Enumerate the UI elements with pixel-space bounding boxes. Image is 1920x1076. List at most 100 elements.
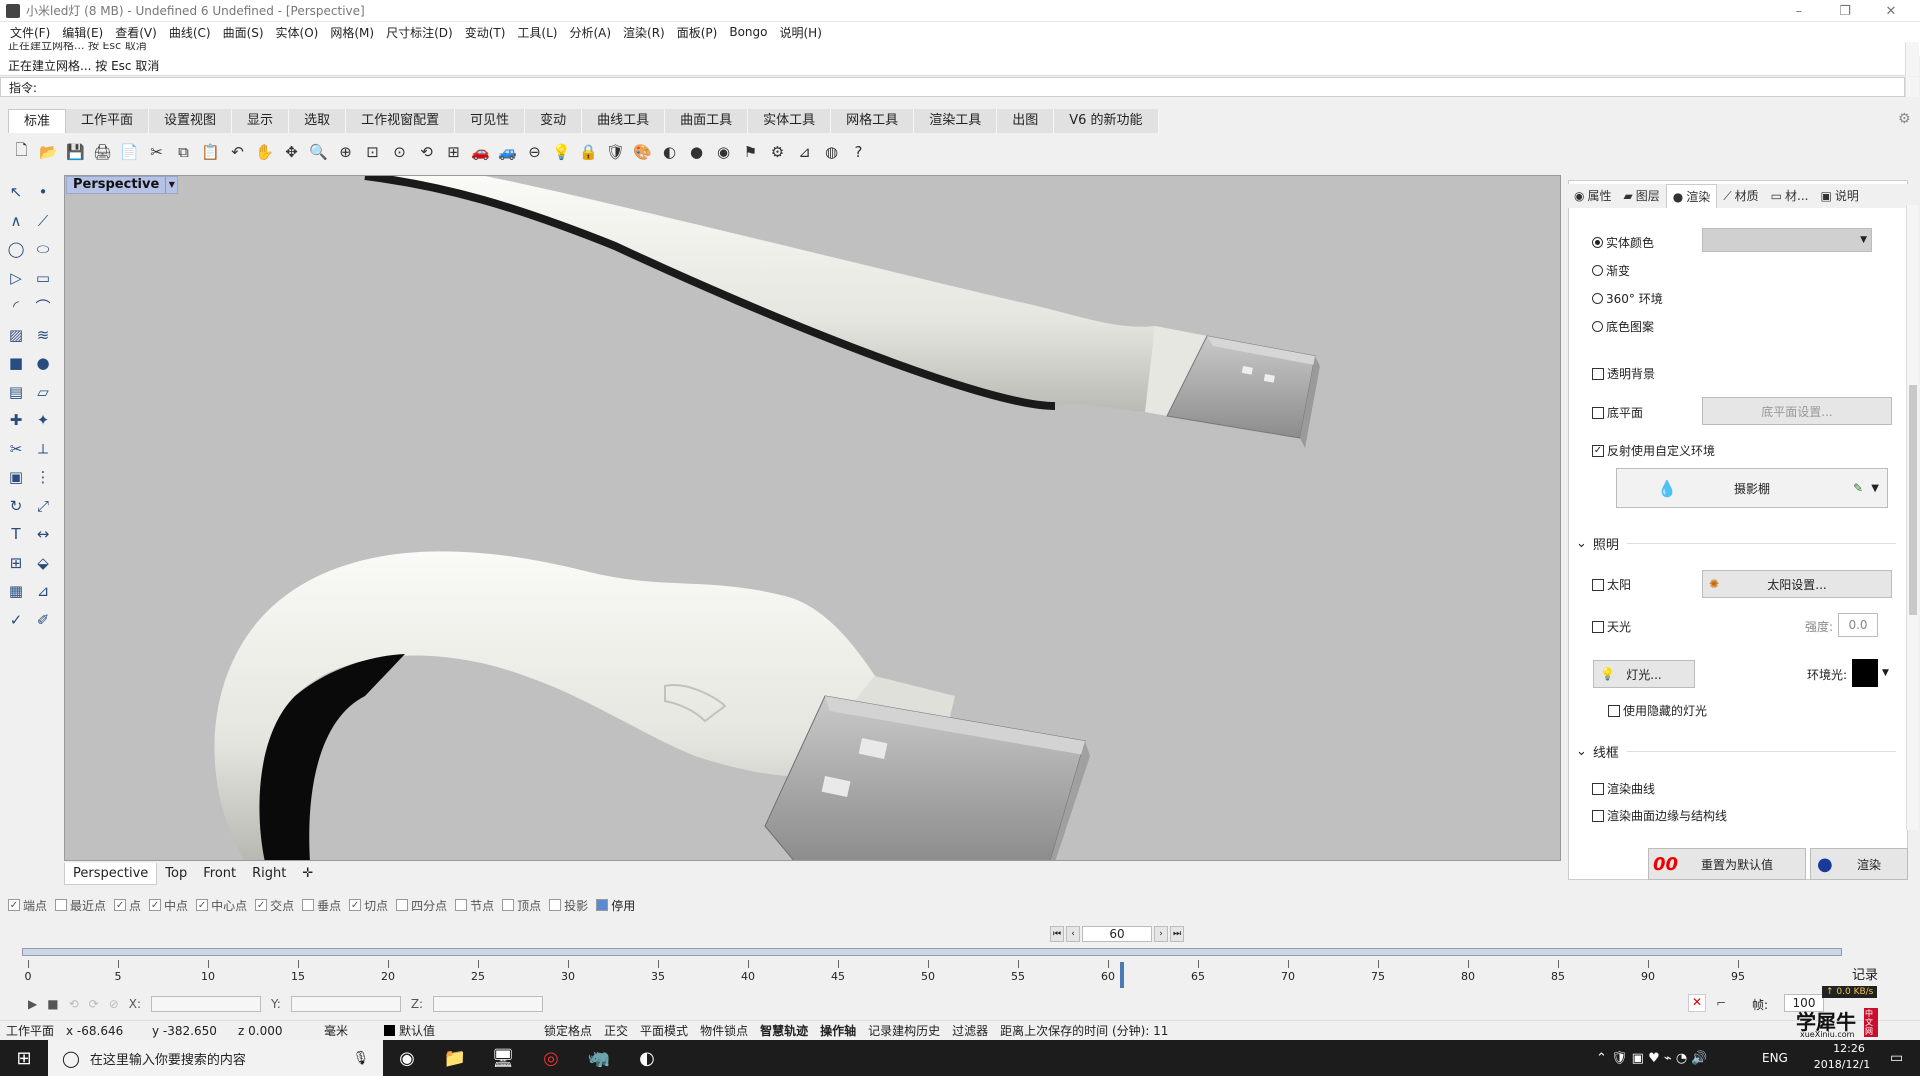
tab-curve-tools[interactable]: 曲线工具 [582, 109, 666, 133]
keyframe-icon[interactable]: ⟲ [69, 997, 79, 1011]
osnap-toggle[interactable]: ✓ 端点 [8, 897, 47, 914]
osnap-disable-toggle[interactable]: 停用 [596, 897, 635, 914]
ground-plane-settings-button[interactable]: 底平面设置... [1702, 397, 1892, 425]
panel-scrollbar[interactable] [1906, 205, 1918, 830]
tab-standard[interactable]: 标准 [8, 109, 67, 133]
trim-icon[interactable]: ✂ [4, 437, 28, 461]
tab-viewport-layout[interactable]: 工作视窗配置 [346, 109, 456, 133]
cplane-status[interactable]: 工作平面 [0, 1022, 60, 1039]
checkbox[interactable] [1608, 704, 1620, 717]
minimize-button[interactable]: – [1776, 0, 1822, 22]
copy-icon[interactable]: ⧉ [170, 139, 197, 165]
status-toggle[interactable]: 记录建构历史 [862, 1022, 946, 1039]
pencil-icon[interactable]: ✎ [1853, 481, 1863, 495]
osnap-toggle[interactable]: ✓ 中点 [149, 897, 188, 914]
curve-icon[interactable]: ⟋ [31, 209, 55, 233]
clock-time[interactable]: 12:26 [1816, 1042, 1882, 1055]
checkbox[interactable]: ✓ [1592, 444, 1604, 457]
tab-select[interactable]: 选取 [289, 109, 347, 133]
menu-item[interactable]: 文件(F) [4, 24, 56, 41]
bg-option-wallpaper[interactable]: 底色图案 [1592, 318, 1654, 335]
plane-icon[interactable]: ▱ [31, 380, 55, 404]
last-frame-button[interactable]: ⏭ [1170, 926, 1184, 942]
checkbox[interactable] [55, 899, 68, 911]
menu-item[interactable]: 尺寸标注(D) [380, 24, 459, 41]
checkbox[interactable]: ✓ [8, 899, 20, 911]
circle-icon[interactable]: ◯ [4, 237, 28, 261]
ground-plane-checkbox[interactable]: 底平面 [1592, 404, 1643, 421]
menu-item[interactable]: 曲线(C) [163, 24, 217, 41]
box-icon[interactable]: ■ [4, 351, 28, 375]
radio[interactable] [1592, 265, 1603, 276]
bg-option-solid[interactable]: 实体颜色 [1592, 234, 1654, 251]
viewport-tab-front[interactable]: Front [195, 863, 244, 885]
viewport-tab-right[interactable]: Right [244, 863, 294, 885]
surface-icon[interactable]: ▨ [4, 323, 28, 347]
tab-surface-tools[interactable]: 曲面工具 [665, 109, 749, 133]
command-history-scrollbar[interactable] [1905, 42, 1919, 76]
four-view-icon[interactable]: ⊞ [440, 139, 467, 165]
group-icon[interactable]: ▣ [4, 465, 28, 489]
options-icon[interactable]: ⊿ [791, 139, 818, 165]
osnap-toggle[interactable]: 节点 [455, 897, 494, 914]
rhino-taskbar-icon[interactable]: 🦏 [575, 1040, 623, 1076]
render-edges-checkbox[interactable]: 渲染曲面边缘与结构线 [1592, 807, 1727, 824]
osnap-toggle[interactable]: ✓ 中心点 [196, 897, 247, 914]
viewport-tab-perspective[interactable]: Perspective [64, 863, 158, 885]
checkbox[interactable] [1592, 367, 1604, 380]
misc-icon[interactable]: ✐ [31, 608, 55, 632]
checkbox[interactable] [1592, 809, 1604, 822]
tab-render-tools[interactable]: 渲染工具 [914, 109, 998, 133]
checkbox[interactable]: ✓ [349, 899, 362, 911]
status-toggle[interactable]: 正交 [598, 1022, 634, 1039]
ambient-color-swatch[interactable] [1852, 659, 1878, 687]
taskbar-search[interactable]: ◯ 在这里输入你要搜索的内容 🎙 [48, 1040, 383, 1076]
menu-item[interactable]: 分析(A) [563, 24, 617, 41]
delete-key-icon[interactable]: ✕ [1688, 994, 1706, 1012]
status-toggle[interactable]: 物件锁点 [694, 1022, 754, 1039]
keyframe3-icon[interactable]: ⊘ [109, 997, 119, 1011]
language-indicator[interactable]: ENG [1762, 1051, 1788, 1065]
viewport-tab-top[interactable]: Top [157, 863, 195, 885]
perspective-viewport[interactable] [64, 175, 1561, 861]
zoom-selected-icon[interactable]: ⊙ [386, 139, 413, 165]
system-tray-icons[interactable]: ⌃ 🛡 ▣ ♥ ⌁ ◔ 🔊 [1596, 1051, 1707, 1066]
shade-icon[interactable]: ◐ [656, 139, 683, 165]
menu-item[interactable]: Bongo [723, 25, 773, 39]
checkbox[interactable] [1592, 782, 1604, 795]
radio[interactable] [1592, 321, 1603, 332]
keyframe2-icon[interactable]: ⟳ [89, 997, 99, 1011]
checkbox[interactable] [302, 899, 315, 911]
next-frame-button[interactable]: › [1154, 926, 1168, 942]
menu-item[interactable]: 工具(L) [511, 24, 563, 41]
intensity-input[interactable]: 0.0 [1838, 613, 1878, 637]
osnap-toggle[interactable]: 投影 [549, 897, 588, 914]
extrude-icon[interactable]: ▤ [4, 380, 28, 404]
menu-item[interactable]: 渲染(R) [617, 24, 671, 41]
wireframe-section[interactable]: ⌄ 线框 [1576, 742, 1896, 761]
sun-settings-button[interactable]: ✺ 太阳设置... [1702, 570, 1892, 598]
status-toggle[interactable]: 智慧轨迹 [754, 1022, 814, 1039]
zoom-extents-icon[interactable]: ⊡ [359, 139, 386, 165]
checkbox[interactable]: ✓ [196, 899, 209, 911]
tab-v6-new[interactable]: V6 的新功能 [1054, 109, 1159, 133]
tab-set-view[interactable]: 设置视图 [149, 109, 233, 133]
tab-display[interactable]: 显示 [232, 109, 290, 133]
settings-gear-icon[interactable]: ⚙ [764, 139, 791, 165]
netease-music-icon[interactable]: ◎ [527, 1040, 575, 1076]
analyze-icon[interactable]: ⊿ [31, 579, 55, 603]
app-icon[interactable]: 🖥 [479, 1040, 527, 1076]
tab-transform[interactable]: 变动 [525, 109, 583, 133]
ellipse-icon[interactable]: ⬭ [31, 237, 55, 261]
custom-env-checkbox[interactable]: ✓ 反射使用自定义环境 [1592, 442, 1715, 459]
menu-item[interactable]: 查看(V) [109, 24, 163, 41]
viewport-label[interactable]: Perspective ▼ [66, 176, 179, 194]
point-icon[interactable]: • [31, 180, 55, 204]
globe-icon[interactable]: ◍ [818, 139, 845, 165]
explode-icon[interactable]: ✦ [31, 408, 55, 432]
tab-visibility[interactable]: 可见性 [455, 109, 526, 133]
panel-tab-render[interactable]: ● 渲染 [1665, 184, 1718, 208]
render-button[interactable]: ● 渲染 [1810, 848, 1908, 880]
checkbox[interactable] [549, 899, 562, 911]
select-arrow-icon[interactable]: ↖ [4, 180, 28, 204]
